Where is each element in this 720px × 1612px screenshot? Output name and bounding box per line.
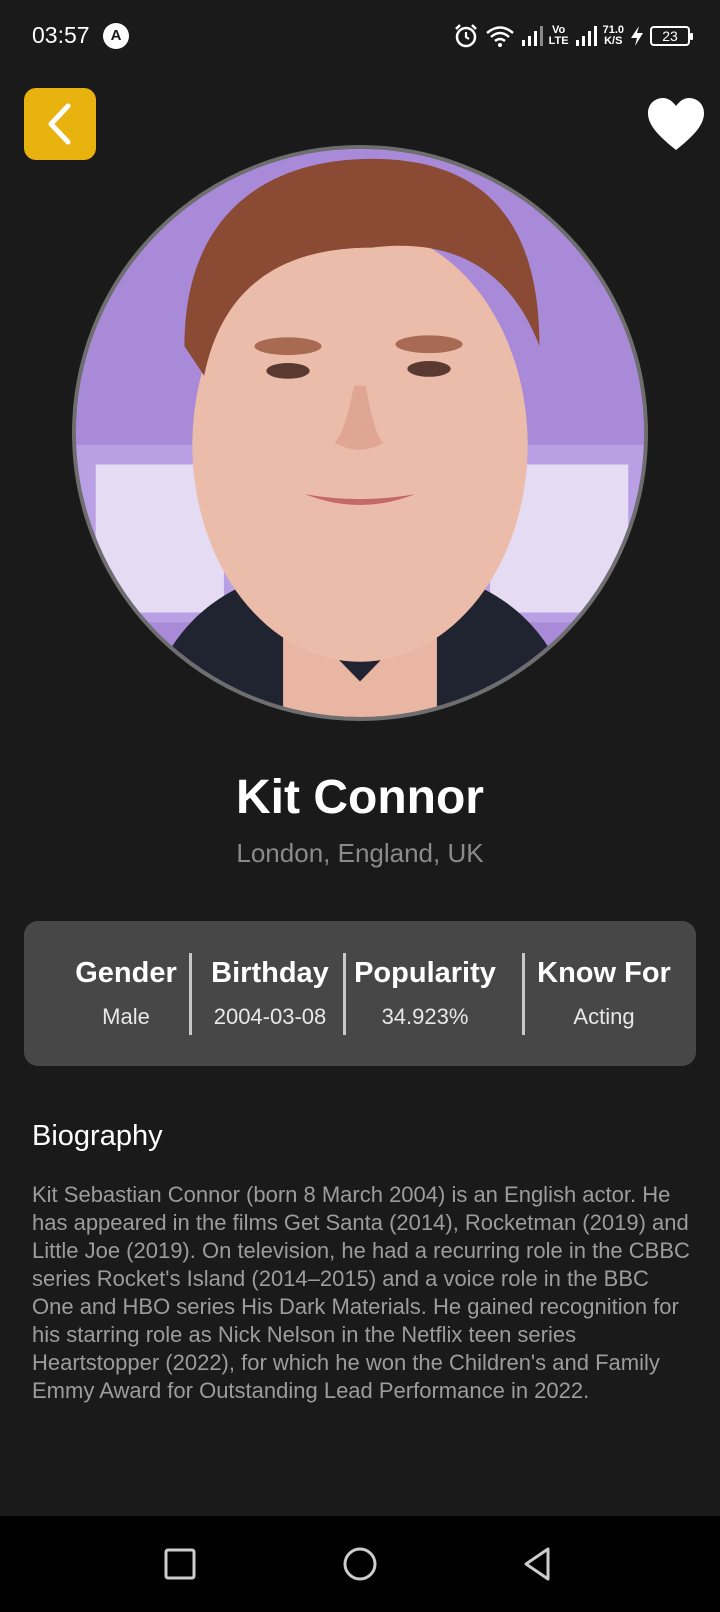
recents-button[interactable] bbox=[158, 1542, 202, 1586]
net-speed-unit: K/S bbox=[604, 35, 623, 47]
info-value: 34.923% bbox=[381, 1004, 469, 1029]
info-label: Popularity bbox=[354, 957, 496, 989]
alarm-icon bbox=[454, 24, 477, 48]
home-button[interactable] bbox=[338, 1542, 382, 1586]
biography-text: Kit Sebastian Connor (born 8 March 2004)… bbox=[32, 1182, 690, 1403]
signal-icon-2 bbox=[575, 26, 597, 46]
status-time: 03:57 bbox=[32, 22, 90, 48]
triangle-back-icon bbox=[524, 1547, 550, 1581]
system-nav-bar bbox=[0, 1516, 720, 1612]
info-divider bbox=[343, 953, 346, 1035]
square-icon bbox=[164, 1548, 196, 1580]
info-card: Gender Male Birthday 2004-03-08 Populari… bbox=[24, 921, 696, 1066]
charging-icon bbox=[631, 26, 643, 46]
chevron-left-icon bbox=[48, 103, 71, 145]
info-known-for: Know For Acting bbox=[524, 957, 684, 1030]
info-label: Know For bbox=[537, 957, 671, 989]
status-icons: Vo LTE 71.0 K/S 23 bbox=[453, 20, 693, 52]
volte-indicator: Vo LTE bbox=[548, 24, 569, 47]
avatar bbox=[76, 149, 644, 717]
heart-icon bbox=[648, 98, 704, 150]
biography-heading: Biography bbox=[32, 1120, 163, 1152]
circle-icon bbox=[343, 1547, 377, 1581]
info-popularity: Popularity 34.923% bbox=[350, 957, 500, 1030]
info-gender: Gender Male bbox=[62, 957, 190, 1030]
nav-back-button[interactable] bbox=[516, 1542, 560, 1586]
favorite-button[interactable] bbox=[646, 96, 706, 152]
actor-name: Kit Connor bbox=[236, 771, 484, 824]
signal-icon bbox=[521, 26, 543, 46]
back-button[interactable] bbox=[24, 88, 96, 160]
info-value: Acting bbox=[573, 1004, 635, 1029]
info-divider bbox=[189, 953, 192, 1035]
app-notification-icon: A bbox=[103, 23, 129, 49]
wifi-icon bbox=[485, 26, 514, 47]
net-speed: 71.0 K/S bbox=[603, 25, 624, 47]
info-label: Gender bbox=[75, 957, 177, 989]
info-birthday: Birthday 2004-03-08 bbox=[200, 957, 340, 1030]
profile-photo bbox=[72, 145, 648, 721]
info-value: Male bbox=[102, 1004, 150, 1029]
status-bar: 03:57 A Vo LTE 71.0 K/S 23 bbox=[0, 0, 720, 72]
info-value: 2004-03-08 bbox=[213, 1004, 327, 1029]
actor-birthplace: London, England, UK bbox=[236, 838, 484, 868]
info-label: Birthday bbox=[211, 957, 329, 989]
battery-indicator: 23 bbox=[650, 26, 693, 46]
